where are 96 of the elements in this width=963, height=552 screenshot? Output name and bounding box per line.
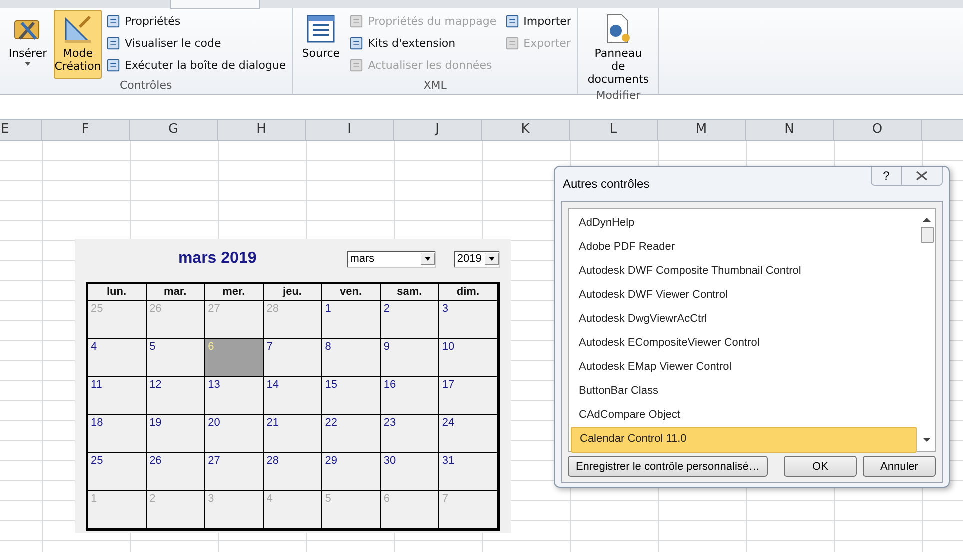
weekday-header: ven. xyxy=(322,284,380,300)
ribbon-button[interactable]: Exécuter la boîte de dialogue xyxy=(104,55,288,75)
list-item[interactable]: Autodesk DWF Viewer Control xyxy=(571,283,917,307)
column-header[interactable]: F xyxy=(42,120,130,140)
weekday-header: sam. xyxy=(380,284,438,300)
day-cell[interactable]: 26 xyxy=(146,453,204,490)
day-cell[interactable]: 20 xyxy=(205,415,263,452)
day-cell[interactable]: 31 xyxy=(439,453,497,490)
column-header[interactable]: H xyxy=(218,120,306,140)
list-item[interactable]: AdDynHelp xyxy=(571,211,917,235)
list-item[interactable]: Calendar Control 11.0 xyxy=(571,427,917,453)
command-icon xyxy=(504,14,520,28)
list-item[interactable]: CAdCompare Object xyxy=(571,403,917,427)
ribbon-button[interactable]: Source xyxy=(297,10,346,79)
ribbon-button[interactable]: Mode Création xyxy=(54,10,102,79)
month-dropdown[interactable]: mars xyxy=(347,250,436,268)
day-cell[interactable]: 27 xyxy=(205,453,263,490)
ribbon-button[interactable]: Importer xyxy=(502,11,574,31)
day-cell[interactable]: 8 xyxy=(322,339,380,376)
command-icon xyxy=(106,36,121,50)
day-cell[interactable]: 17 xyxy=(439,377,497,414)
scroll-up-icon xyxy=(923,217,931,223)
dialog-button[interactable]: OK xyxy=(784,456,857,477)
day-cell[interactable]: 14 xyxy=(264,377,322,414)
column-header[interactable]: O xyxy=(834,120,922,140)
ribbon-button[interactable]: Kits d'extension xyxy=(347,33,499,53)
day-cell[interactable]: 19 xyxy=(146,415,204,452)
column-header[interactable]: L xyxy=(570,120,658,140)
day-cell[interactable]: 22 xyxy=(322,415,380,452)
day-cell[interactable]: 16 xyxy=(380,377,438,414)
help-button[interactable]: ? xyxy=(872,167,902,185)
list-item[interactable]: Adobe PDF Reader xyxy=(571,235,917,259)
day-cell[interactable]: 4 xyxy=(88,339,146,376)
ribbon-button[interactable]: Panneau de documents xyxy=(582,10,654,89)
day-cell[interactable]: 29 xyxy=(322,453,380,490)
list-item[interactable]: Autodesk EMap Viewer Control xyxy=(571,355,917,379)
group-label: Modifier xyxy=(595,89,642,104)
dropdown-arrow-icon xyxy=(484,253,499,265)
day-cell[interactable]: 5 xyxy=(146,339,204,376)
day-cell[interactable]: 18 xyxy=(88,415,146,452)
column-header[interactable]: G xyxy=(130,120,218,140)
calendar-title: mars 2019 xyxy=(177,250,258,268)
ribbon-button[interactable]: Visualiser le code xyxy=(104,33,288,53)
weekday-header: mer. xyxy=(205,284,263,300)
ruler-icon xyxy=(62,13,94,45)
day-cell[interactable]: 25 xyxy=(88,453,146,490)
close-button[interactable] xyxy=(902,167,942,185)
column-header[interactable]: M xyxy=(658,120,746,140)
scroll-thumb[interactable] xyxy=(920,227,934,243)
ribbon-button[interactable]: Insérer xyxy=(4,10,52,79)
command-icon xyxy=(349,14,364,28)
day-cell[interactable]: 7 xyxy=(264,339,322,376)
ribbon-tab[interactable] xyxy=(170,0,260,9)
list-item[interactable]: Autodesk DWF Composite Thumbnail Control xyxy=(571,259,917,283)
day-cell[interactable]: 30 xyxy=(380,453,438,490)
column-header[interactable]: K xyxy=(482,120,570,140)
dialog-button[interactable]: Annuler xyxy=(863,456,936,477)
day-cell[interactable]: 1 xyxy=(322,301,380,338)
day-cell[interactable]: 24 xyxy=(439,415,497,452)
day-cell[interactable]: 3 xyxy=(439,301,497,338)
dialog-title: Autres contrôles xyxy=(563,177,650,191)
day-cell[interactable]: 13 xyxy=(205,377,263,414)
weekday-header: mar. xyxy=(146,284,204,300)
day-cell[interactable]: 2 xyxy=(380,301,438,338)
close-icon xyxy=(916,171,928,181)
column-header[interactable]: J xyxy=(394,120,482,140)
weekday-header: lun. xyxy=(88,284,146,300)
dropdown-arrow-icon xyxy=(421,253,436,265)
day-cell[interactable]: 12 xyxy=(146,377,204,414)
group-label: Contrôles xyxy=(118,79,174,94)
day-cell[interactable]: 28 xyxy=(264,453,322,490)
column-header[interactable]: N xyxy=(746,120,834,140)
command-icon xyxy=(106,58,121,72)
command-icon xyxy=(504,36,520,50)
command-icon xyxy=(106,14,121,28)
dialog-button[interactable]: Enregistrer le contrôle personnalisé… xyxy=(568,456,768,477)
day-cell[interactable]: 11 xyxy=(88,377,146,414)
day-cell[interactable]: 21 xyxy=(264,415,322,452)
year-dropdown[interactable]: 2019 xyxy=(454,250,500,268)
list-item[interactable]: Autodesk DwgViewrAcCtrl xyxy=(571,307,917,331)
command-icon xyxy=(349,58,364,72)
day-cell[interactable]: 9 xyxy=(380,339,438,376)
scroll-down-icon xyxy=(923,437,931,443)
day-cell[interactable]: 23 xyxy=(380,415,438,452)
ribbon-button[interactable]: Propriétés xyxy=(104,11,288,31)
day-cell[interactable]: 15 xyxy=(322,377,380,414)
list-item[interactable]: Autodesk ECompositeViewer Control xyxy=(571,331,917,355)
command-icon xyxy=(349,36,364,50)
column-header[interactable]: I xyxy=(306,120,394,140)
weekday-header: dim. xyxy=(439,284,497,300)
group-label: XML xyxy=(422,79,448,94)
day-cell[interactable]: 10 xyxy=(439,339,497,376)
list-item[interactable]: ButtonBar Class xyxy=(571,379,917,403)
table-icon xyxy=(305,13,338,45)
column-header[interactable]: E xyxy=(0,120,42,140)
weekday-header: jeu. xyxy=(264,284,322,300)
